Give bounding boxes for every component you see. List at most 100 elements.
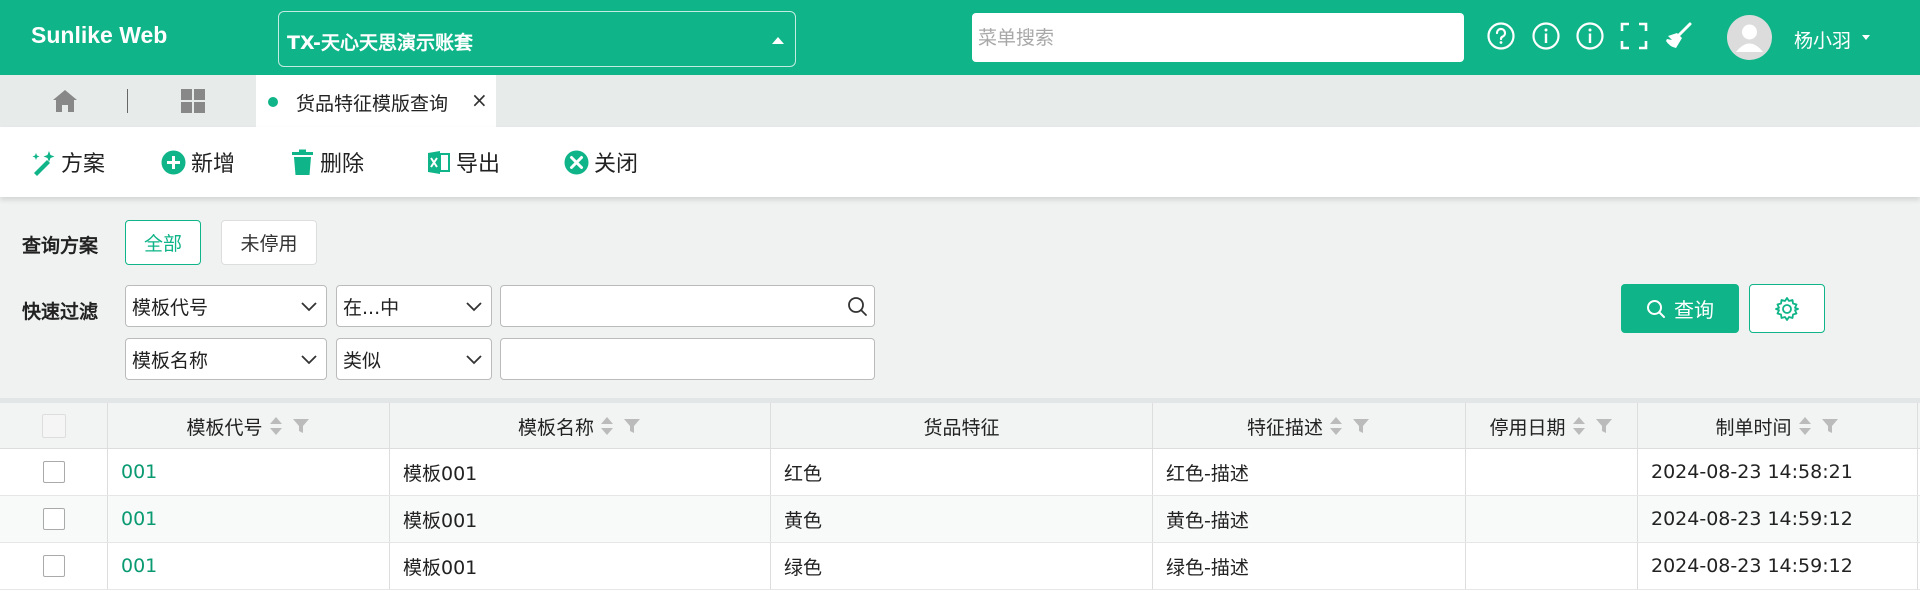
scheme-all-button[interactable]: 全部	[125, 220, 201, 265]
brand-logo: Sunlike Web	[31, 22, 168, 48]
sort-icon[interactable]	[600, 415, 614, 437]
cell-feature: 绿色	[771, 543, 1153, 589]
user-name[interactable]: 杨小羽	[1794, 26, 1851, 53]
close-button[interactable]: 关闭	[563, 145, 638, 179]
row-select-cell	[0, 543, 108, 589]
row-checkbox[interactable]	[42, 555, 65, 577]
chevron-down-icon	[301, 355, 317, 365]
account-selector[interactable]: TX-天心天思演示账套	[278, 11, 796, 67]
action-toolbar: 方案 新增 删除 导出 关闭	[0, 127, 1920, 197]
plus-circle-icon	[161, 150, 186, 174]
quick-filter-label: 快速过滤	[22, 301, 99, 323]
filter-value-input-1[interactable]	[500, 285, 875, 327]
column-header-created[interactable]: 制单时间	[1638, 403, 1918, 449]
magic-wand-icon	[32, 150, 55, 176]
sort-icon[interactable]	[1329, 415, 1343, 437]
column-label-name: 模板名称	[517, 416, 594, 439]
column-label-desc: 特征描述	[1246, 416, 1323, 439]
account-name: TX-天心天思演示账套	[287, 32, 473, 54]
export-button[interactable]: 导出	[425, 145, 500, 179]
scheme-active-button[interactable]: 未停用	[221, 220, 317, 265]
query-button-label: 查询	[1674, 298, 1714, 322]
table-row[interactable]: 001 模板001 绿色 绿色-描述 2024-08-23 14:59:12	[0, 543, 1920, 590]
table-row[interactable]: 001 模板001 红色 红色-描述 2024-08-23 14:58:21	[0, 449, 1920, 496]
filter-icon[interactable]	[622, 416, 642, 436]
help-circle-icon[interactable]	[1486, 21, 1516, 51]
info-icon[interactable]	[1575, 21, 1605, 51]
column-label-stop-date: 停用日期	[1489, 416, 1566, 439]
column-label-created: 制单时间	[1715, 416, 1792, 439]
column-header-feature[interactable]: 货品特征	[771, 403, 1153, 449]
cell-desc: 红色-描述	[1153, 449, 1466, 495]
top-header: Sunlike Web TX-天心天思演示账套 杨小羽	[0, 0, 1920, 75]
close-label: 关闭	[594, 152, 639, 177]
row-select-cell	[0, 496, 108, 542]
sort-icon[interactable]	[1798, 415, 1812, 437]
cell-created: 2024-08-23 14:58:21	[1638, 449, 1918, 495]
column-label-feature: 货品特征	[923, 416, 1000, 439]
user-avatar[interactable]	[1727, 15, 1772, 60]
select-all-checkbox[interactable]	[41, 414, 66, 438]
filter-field-select-2[interactable]: 模板名称	[125, 338, 327, 380]
info-icon[interactable]	[1531, 21, 1561, 51]
plan-button[interactable]: 方案	[30, 145, 105, 179]
delete-button[interactable]: 删除	[289, 145, 364, 179]
tab-bar: 货品特征模版查询 ×	[0, 75, 1920, 127]
cell-created: 2024-08-23 14:59:12	[1638, 543, 1918, 589]
delete-label: 删除	[320, 152, 365, 177]
filter-operator-value-1: 在...中	[343, 296, 400, 319]
filter-field-select-1[interactable]: 模板代号	[125, 285, 327, 327]
search-icon[interactable]	[847, 296, 868, 317]
cell-desc: 黄色-描述	[1153, 496, 1466, 542]
caret-up-icon	[772, 37, 784, 44]
broom-icon[interactable]	[1663, 21, 1693, 51]
gear-icon	[1775, 296, 1799, 321]
chevron-down-icon	[301, 302, 317, 312]
cell-created: 2024-08-23 14:59:12	[1638, 496, 1918, 542]
add-button[interactable]: 新增	[160, 145, 235, 179]
sort-icon[interactable]	[1572, 415, 1586, 437]
plan-label: 方案	[61, 152, 106, 177]
cell-stop-date	[1466, 543, 1638, 589]
query-button[interactable]: 查询	[1621, 284, 1739, 333]
filter-icon[interactable]	[1594, 416, 1614, 436]
column-header-name[interactable]: 模板名称	[390, 403, 771, 449]
cell-name: 模板001	[390, 496, 771, 542]
cell-code[interactable]: 001	[108, 543, 390, 589]
filter-value-input-2[interactable]	[500, 338, 875, 380]
column-label-code: 模板代号	[186, 416, 263, 439]
row-checkbox[interactable]	[42, 508, 65, 530]
column-header-code[interactable]: 模板代号	[108, 403, 390, 449]
caret-down-icon[interactable]	[1862, 35, 1870, 40]
filter-operator-select-2[interactable]: 类似	[336, 338, 492, 380]
filter-settings-button[interactable]	[1749, 284, 1825, 333]
menu-search-input[interactable]	[972, 13, 1464, 62]
cell-code[interactable]: 001	[108, 449, 390, 495]
sort-icon[interactable]	[269, 415, 283, 437]
fullscreen-icon[interactable]	[1619, 21, 1649, 51]
tab-goods-feature-template-query[interactable]: 货品特征模版查询 ×	[256, 75, 496, 127]
cell-code[interactable]: 001	[108, 496, 390, 542]
home-icon[interactable]	[50, 86, 80, 116]
cell-name: 模板001	[390, 543, 771, 589]
filter-operator-select-1[interactable]: 在...中	[336, 285, 492, 327]
grid-icon[interactable]	[178, 86, 208, 116]
column-header-desc[interactable]: 特征描述	[1153, 403, 1466, 449]
filter-icon[interactable]	[1351, 416, 1371, 436]
row-checkbox[interactable]	[42, 461, 65, 483]
export-label: 导出	[456, 152, 501, 177]
trash-icon	[292, 149, 313, 175]
tab-label: 货品特征模版查询	[296, 93, 449, 115]
filter-field-value-2: 模板名称	[132, 349, 209, 372]
column-header-stop-date[interactable]: 停用日期	[1466, 403, 1638, 449]
cell-name: 模板001	[390, 449, 771, 495]
filter-icon[interactable]	[1820, 416, 1840, 436]
query-scheme-label: 查询方案	[22, 235, 99, 257]
table-row[interactable]: 001 模板001 黄色 黄色-描述 2024-08-23 14:59:12	[0, 496, 1920, 543]
excel-export-icon	[428, 150, 450, 174]
cell-feature: 红色	[771, 449, 1153, 495]
table-header-row: 模板代号 模板名称 货品特征 特征描述 停用日期 制单时间	[0, 403, 1920, 449]
filter-icon[interactable]	[291, 416, 311, 436]
cell-feature: 黄色	[771, 496, 1153, 542]
close-icon[interactable]: ×	[471, 88, 488, 112]
